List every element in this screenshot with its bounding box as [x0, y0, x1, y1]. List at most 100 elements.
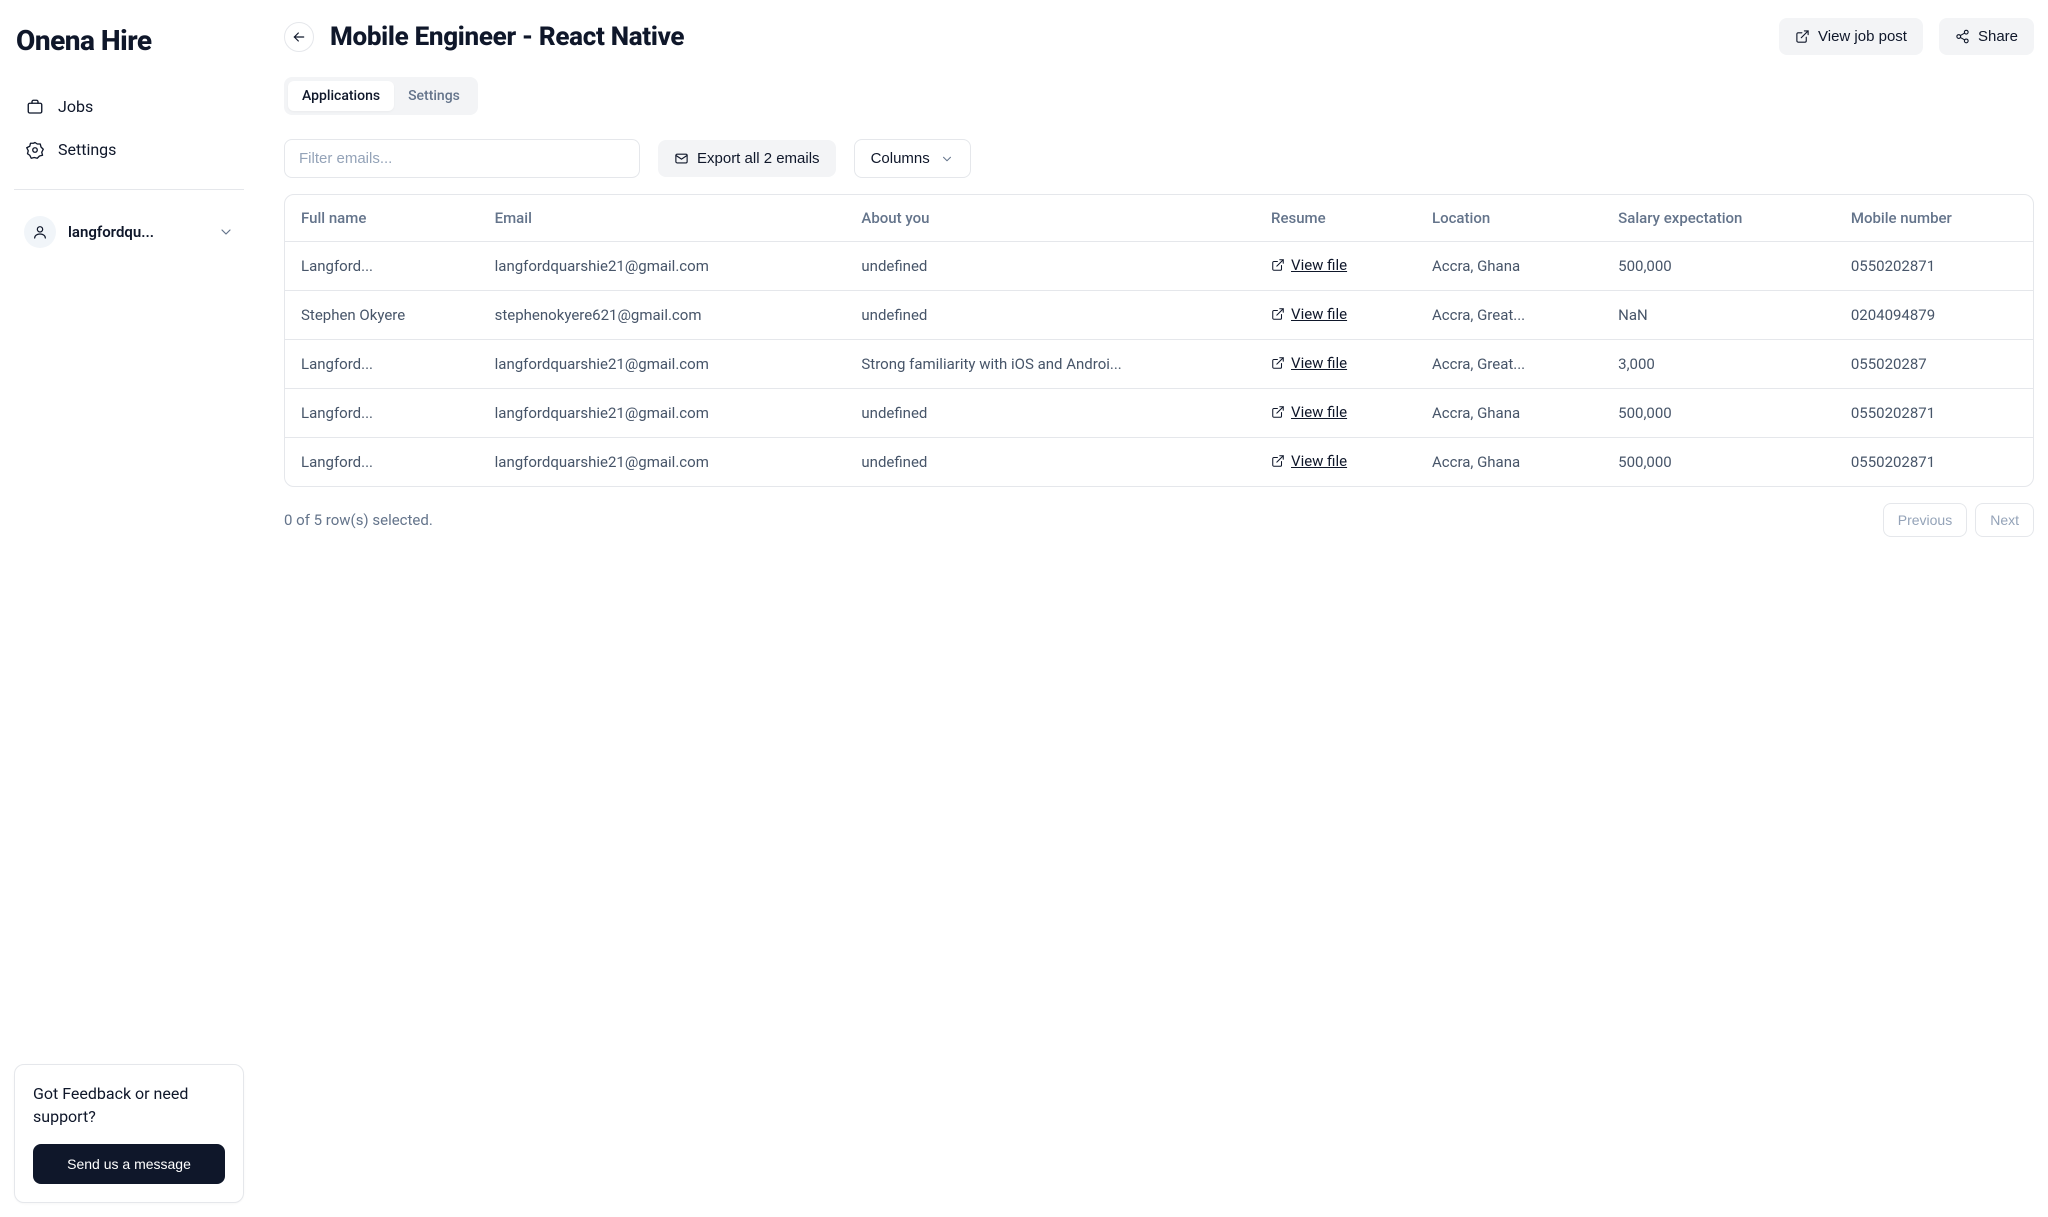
cell-salary: NaN — [1602, 291, 1835, 340]
arrow-left-icon — [291, 29, 307, 45]
feedback-title: Got Feedback or need support? — [33, 1083, 225, 1128]
chevron-down-icon — [218, 224, 234, 240]
cell-salary: 500,000 — [1602, 242, 1835, 291]
selection-count: 0 of 5 row(s) selected. — [284, 511, 433, 529]
table-row[interactable]: Stephen Okyerestephenokyere621@gmail.com… — [285, 291, 2033, 340]
table-row[interactable]: Langford...langfordquarshie21@gmail.comu… — [285, 242, 2033, 291]
cell-mobile: 0550202871 — [1835, 438, 2033, 487]
previous-button[interactable]: Previous — [1883, 503, 1967, 537]
sidebar: Onena Hire Jobs Settings langfordqu... — [0, 0, 258, 1217]
col-mobile[interactable]: Mobile number — [1835, 195, 2033, 242]
feedback-card: Got Feedback or need support? Send us a … — [14, 1064, 244, 1203]
nav-jobs[interactable]: Jobs — [14, 85, 244, 128]
tab-applications[interactable]: Applications — [288, 81, 394, 111]
main-content: Mobile Engineer - React Native View job … — [258, 0, 2048, 1217]
cell-mobile: 0550202871 — [1835, 389, 2033, 438]
export-emails-button[interactable]: Export all 2 emails — [658, 140, 836, 177]
cell-location: Accra, Ghana — [1416, 242, 1602, 291]
external-link-icon — [1271, 307, 1285, 321]
view-file-link[interactable]: View file — [1271, 305, 1347, 323]
view-file-label: View file — [1291, 452, 1347, 470]
share-button[interactable]: Share — [1939, 18, 2034, 55]
cell-email: langfordquarshie21@gmail.com — [479, 438, 846, 487]
view-file-label: View file — [1291, 403, 1347, 421]
avatar — [24, 216, 56, 248]
view-file-link[interactable]: View file — [1271, 403, 1347, 421]
chevron-down-icon — [940, 152, 954, 166]
cell-location: Accra, Great... — [1416, 291, 1602, 340]
feedback-cta-button[interactable]: Send us a message — [33, 1144, 225, 1184]
cell-name: Langford... — [285, 438, 479, 487]
cell-mobile: 0550202871 — [1835, 242, 2033, 291]
external-link-icon — [1271, 258, 1285, 272]
tabs: Applications Settings — [284, 77, 478, 115]
cell-email: stephenokyere621@gmail.com — [479, 291, 846, 340]
cell-about: Strong familiarity with iOS and Androi..… — [845, 340, 1255, 389]
cell-about: undefined — [845, 438, 1255, 487]
page-title: Mobile Engineer - React Native — [330, 22, 684, 52]
col-salary[interactable]: Salary expectation — [1602, 195, 1835, 242]
next-button[interactable]: Next — [1975, 503, 2034, 537]
col-email[interactable]: Email — [479, 195, 846, 242]
gear-icon — [26, 141, 44, 159]
cell-mobile: 055020287 — [1835, 340, 2033, 389]
divider — [14, 189, 244, 190]
cell-name: Langford... — [285, 242, 479, 291]
mail-icon — [674, 151, 689, 166]
briefcase-icon — [26, 98, 44, 116]
cell-email: langfordquarshie21@gmail.com — [479, 242, 846, 291]
view-file-link[interactable]: View file — [1271, 452, 1347, 470]
view-job-post-label: View job post — [1818, 28, 1907, 45]
user-name: langfordqu... — [68, 223, 154, 241]
cell-name: Langford... — [285, 389, 479, 438]
cell-email: langfordquarshie21@gmail.com — [479, 340, 846, 389]
table-row[interactable]: Langford...langfordquarshie21@gmail.comu… — [285, 438, 2033, 487]
col-full-name[interactable]: Full name — [285, 195, 479, 242]
cell-salary: 500,000 — [1602, 389, 1835, 438]
view-file-label: View file — [1291, 354, 1347, 372]
nav-settings-label: Settings — [58, 140, 116, 159]
external-link-icon — [1271, 356, 1285, 370]
export-emails-label: Export all 2 emails — [697, 150, 820, 167]
view-file-label: View file — [1291, 256, 1347, 274]
columns-button[interactable]: Columns — [854, 139, 971, 178]
cell-about: undefined — [845, 242, 1255, 291]
cell-salary: 500,000 — [1602, 438, 1835, 487]
view-file-link[interactable]: View file — [1271, 256, 1347, 274]
brand-logo: Onena Hire — [14, 18, 244, 85]
table-row[interactable]: Langford...langfordquarshie21@gmail.comS… — [285, 340, 2033, 389]
toolbar: Export all 2 emails Columns — [284, 139, 2034, 178]
cell-about: undefined — [845, 389, 1255, 438]
nav-settings[interactable]: Settings — [14, 128, 244, 171]
page-header: Mobile Engineer - React Native View job … — [284, 18, 2034, 55]
cell-email: langfordquarshie21@gmail.com — [479, 389, 846, 438]
columns-label: Columns — [871, 150, 930, 167]
share-icon — [1955, 29, 1970, 44]
view-file-link[interactable]: View file — [1271, 354, 1347, 372]
table-row[interactable]: Langford...langfordquarshie21@gmail.comu… — [285, 389, 2033, 438]
col-location[interactable]: Location — [1416, 195, 1602, 242]
table-header-row: Full name Email About you Resume Locatio… — [285, 195, 2033, 242]
table-footer: 0 of 5 row(s) selected. Previous Next — [284, 503, 2034, 537]
cell-location: Accra, Great... — [1416, 340, 1602, 389]
external-link-icon — [1271, 454, 1285, 468]
cell-about: undefined — [845, 291, 1255, 340]
applications-table: Full name Email About you Resume Locatio… — [284, 194, 2034, 487]
back-button[interactable] — [284, 22, 314, 52]
tab-settings[interactable]: Settings — [394, 81, 474, 111]
col-resume[interactable]: Resume — [1255, 195, 1416, 242]
cell-location: Accra, Ghana — [1416, 438, 1602, 487]
nav-jobs-label: Jobs — [58, 97, 93, 116]
view-file-label: View file — [1291, 305, 1347, 323]
filter-emails-input[interactable] — [284, 139, 640, 178]
view-job-post-button[interactable]: View job post — [1779, 18, 1923, 55]
cell-name: Langford... — [285, 340, 479, 389]
user-menu[interactable]: langfordqu... — [14, 208, 244, 256]
external-link-icon — [1795, 29, 1810, 44]
cell-location: Accra, Ghana — [1416, 389, 1602, 438]
cell-mobile: 0204094879 — [1835, 291, 2033, 340]
share-label: Share — [1978, 28, 2018, 45]
cell-name: Stephen Okyere — [285, 291, 479, 340]
cell-salary: 3,000 — [1602, 340, 1835, 389]
col-about[interactable]: About you — [845, 195, 1255, 242]
